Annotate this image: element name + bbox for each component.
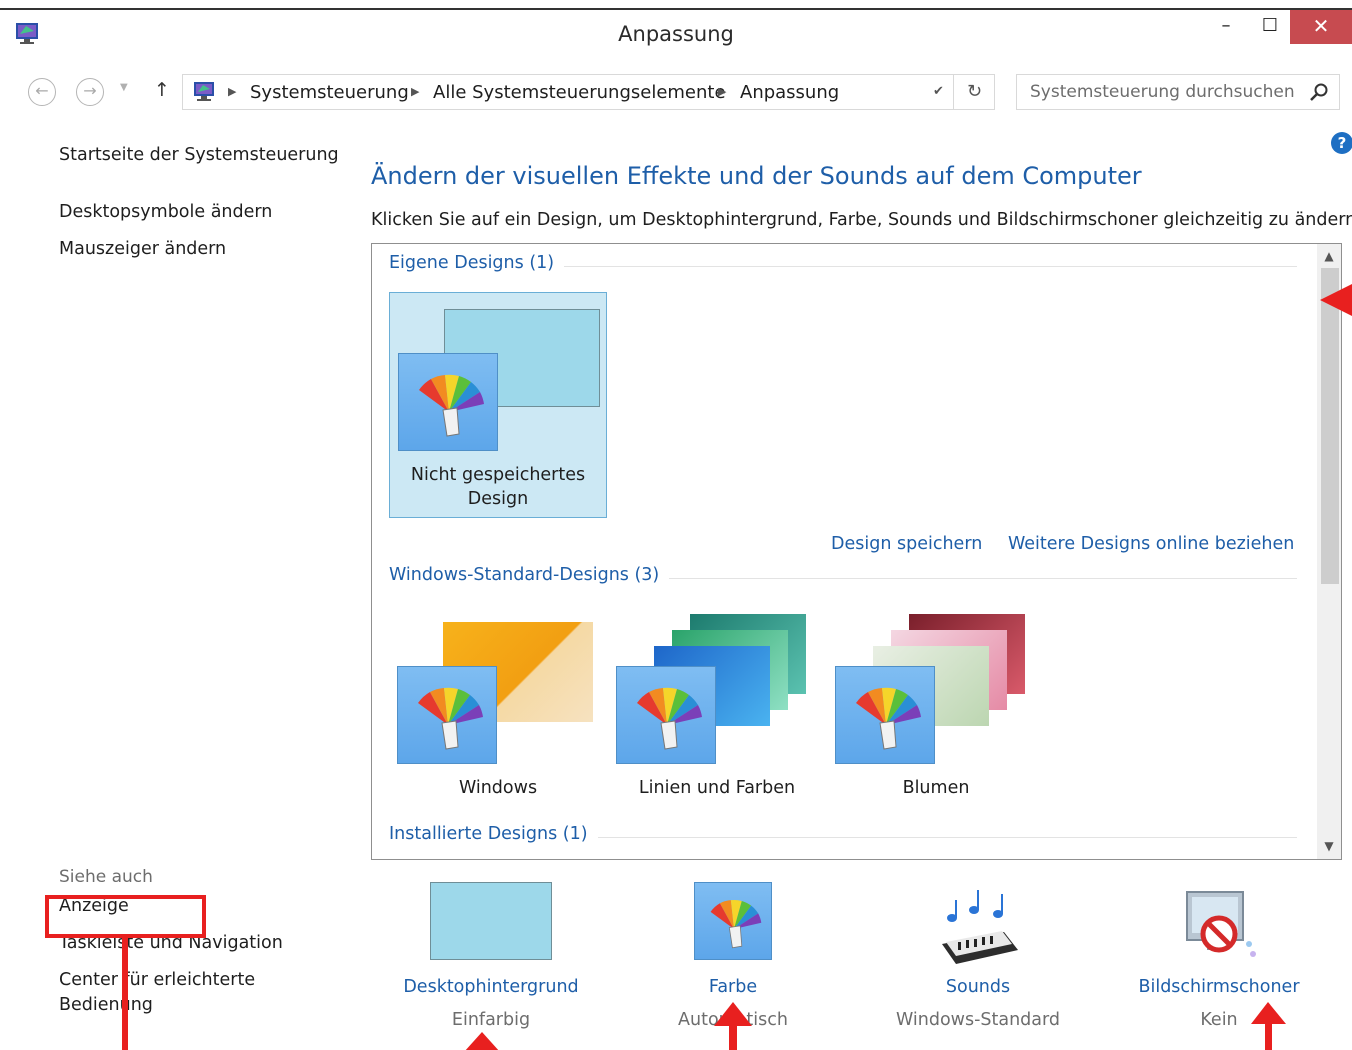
page-title: Ändern der visuellen Effekte und der Sou… bbox=[371, 162, 1142, 190]
group-standard-designs: Windows-Standard-Designs (3) bbox=[389, 565, 670, 585]
color-palette-icon bbox=[397, 666, 497, 764]
scroll-up-icon[interactable]: ▲ bbox=[1317, 246, 1341, 266]
control-panel-icon bbox=[194, 82, 214, 101]
sidebar-link-ease-of-access-line2[interactable]: Bedienung bbox=[59, 995, 153, 1015]
theme-windows[interactable]: Windows bbox=[389, 610, 607, 804]
theme-list: Eigene Designs (1) Nicht gespeichertes D… bbox=[371, 243, 1342, 860]
maximize-button[interactable]: ☐ bbox=[1247, 10, 1293, 44]
group-own-designs: Eigene Designs (1) bbox=[389, 253, 565, 273]
page-description: Klicken Sie auf ein Design, um Desktophi… bbox=[371, 210, 1352, 230]
sidebar-link-home[interactable]: Startseite der Systemsteuerung bbox=[59, 145, 339, 165]
minimize-button[interactable]: – bbox=[1203, 10, 1249, 44]
window-title: Anpassung bbox=[618, 22, 734, 46]
color-palette-icon bbox=[398, 353, 498, 451]
scroll-thumb[interactable] bbox=[1321, 268, 1339, 584]
breadcrumb-systemsteuerung[interactable]: Systemsteuerung bbox=[250, 82, 409, 103]
screensaver-icon bbox=[1186, 891, 1256, 957]
refresh-button[interactable]: ↻ bbox=[953, 75, 995, 109]
annotation-line bbox=[122, 934, 128, 1050]
breadcrumb-alle-elemente[interactable]: Alle Systemsteuerungselemente bbox=[433, 82, 726, 103]
screensaver-link[interactable]: Bildschirmschoner bbox=[1109, 977, 1329, 997]
desktop-background-swatch bbox=[430, 882, 552, 960]
search-placeholder: Systemsteuerung durchsuchen bbox=[1030, 82, 1295, 102]
color-palette-icon bbox=[835, 666, 935, 764]
breadcrumb-anpassung[interactable]: Anpassung bbox=[740, 82, 839, 103]
save-design-link[interactable]: Design speichern bbox=[831, 534, 982, 554]
title-bar: Anpassung – ☐ ✕ bbox=[0, 10, 1352, 60]
close-button[interactable]: ✕ bbox=[1290, 10, 1352, 44]
sidebar-link-ease-of-access[interactable]: Center für erleichterte bbox=[59, 970, 255, 990]
theme-list-scrollbar[interactable]: ▲ ▼ bbox=[1317, 244, 1341, 859]
theme-flowers[interactable]: Blumen bbox=[827, 610, 1045, 804]
forward-button[interactable]: → bbox=[76, 78, 104, 106]
theme-lines-and-colors[interactable]: Linien und Farben bbox=[608, 610, 826, 804]
breadcrumb-separator-icon: ▶ bbox=[718, 85, 727, 98]
theme-lines-and-colors-label: Linien und Farben bbox=[638, 778, 796, 798]
sounds-link[interactable]: Sounds bbox=[868, 977, 1088, 997]
get-more-designs-link[interactable]: Weitere Designs online beziehen bbox=[1008, 534, 1294, 554]
theme-flowers-label: Blumen bbox=[902, 778, 970, 798]
personalization-window: Anpassung – ☐ ✕ ← → ▼ ↑ ▶ Systemsteuerun… bbox=[0, 8, 1352, 1050]
sidebar-link-mouse-pointer[interactable]: Mauszeiger ändern bbox=[59, 239, 226, 259]
breadcrumb-separator-icon: ▶ bbox=[411, 85, 420, 98]
search-icon[interactable] bbox=[1309, 82, 1329, 102]
color-link[interactable]: Farbe bbox=[623, 977, 843, 997]
address-field[interactable]: ▶ Systemsteuerung ▶ Alle Systemsteuerung… bbox=[182, 74, 995, 110]
recent-locations-dropdown[interactable]: ▼ bbox=[120, 82, 128, 93]
color-value: Automatisch bbox=[678, 1010, 788, 1030]
chevron-down-icon[interactable]: ✔ bbox=[933, 84, 944, 99]
help-icon[interactable]: ? bbox=[1331, 132, 1352, 154]
scroll-down-icon[interactable]: ▼ bbox=[1317, 836, 1341, 856]
screensaver-value: Kein bbox=[1200, 1010, 1238, 1030]
up-button[interactable]: ↑ bbox=[154, 79, 170, 101]
group-installed-designs: Installierte Designs (1) bbox=[389, 824, 598, 844]
breadcrumb-separator-icon: ▶ bbox=[228, 85, 237, 98]
color-palette-icon bbox=[616, 666, 716, 764]
theme-windows-label: Windows bbox=[458, 778, 538, 798]
theme-unsaved-label-line2: Design bbox=[467, 489, 529, 509]
search-input[interactable]: Systemsteuerung durchsuchen bbox=[1016, 74, 1340, 110]
sounds-icon bbox=[942, 890, 1018, 964]
see-also-heading: Siehe auch bbox=[59, 867, 153, 887]
desktop-background-value: Einfarbig bbox=[451, 1010, 531, 1030]
back-button[interactable]: ← bbox=[28, 78, 56, 106]
desktop-background-link[interactable]: Desktophintergrund bbox=[381, 977, 601, 997]
theme-unsaved[interactable]: Nicht gespeichertes Design bbox=[389, 292, 607, 518]
address-bar: ← → ▼ ↑ ▶ Systemsteuerung ▶ Alle Systems… bbox=[0, 66, 1352, 114]
sidebar-link-desktop-icons[interactable]: Desktopsymbole ändern bbox=[59, 202, 272, 222]
sounds-value: Windows-Standard bbox=[895, 1010, 1061, 1030]
color-palette-icon bbox=[694, 882, 772, 960]
annotation-highlight-box bbox=[45, 895, 206, 938]
theme-unsaved-label-line1: Nicht gespeichertes bbox=[410, 465, 586, 485]
